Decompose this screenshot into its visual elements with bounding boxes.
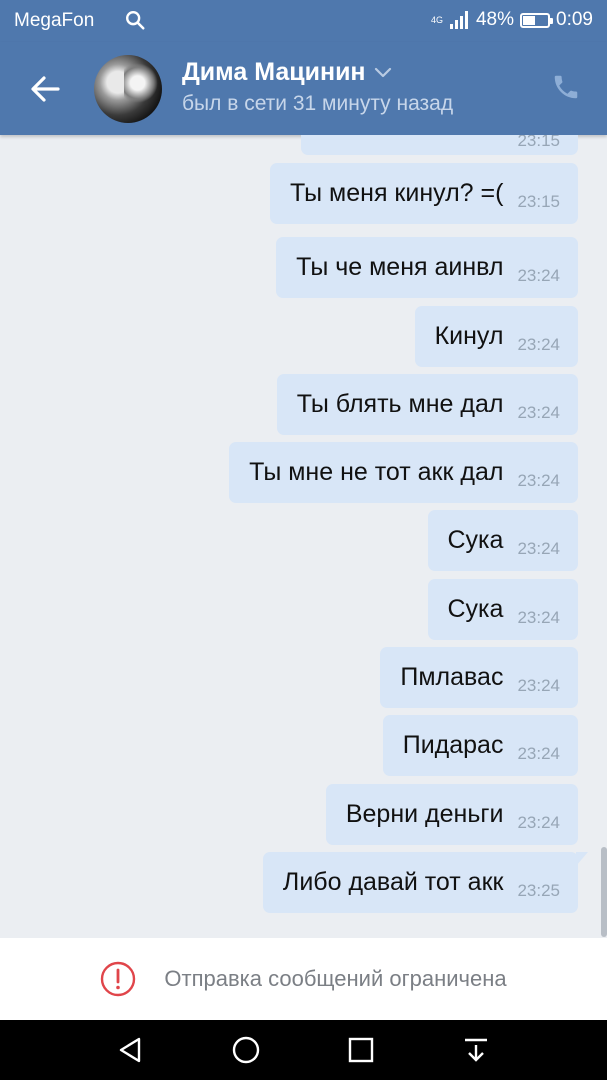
- message-text: Ты меня кинул? =(: [289, 179, 504, 207]
- message-text: Верни деньги: [345, 800, 504, 828]
- chat-header: Дима Мацинин был в сети 31 минуту назад: [0, 42, 607, 135]
- contact-name: Дима Мацинин: [182, 58, 366, 86]
- message-time: 23:15: [517, 135, 560, 150]
- alert-circle-icon: [101, 961, 136, 997]
- message-bubble[interactable]: Сука 23:24: [427, 510, 578, 571]
- message-bubble[interactable]: Верни деньги 23:24: [325, 784, 578, 845]
- message-text: Сука: [447, 526, 504, 554]
- message-bubble[interactable]: Пмлавас 23:24: [380, 647, 578, 708]
- message-bubble[interactable]: Ты че меня аинвл 23:24: [276, 237, 578, 298]
- message-time: 23:24: [517, 334, 560, 354]
- message-bubble[interactable]: Пидарас 23:24: [382, 715, 578, 776]
- message-text: Либо давай тот акк: [282, 868, 504, 896]
- message-time: 23:24: [517, 402, 560, 422]
- message-text: Кинул: [434, 322, 504, 350]
- message-bubble[interactable]: Сука 23:24: [427, 579, 578, 640]
- network-type: 4G: [430, 14, 443, 25]
- battery-percent: 48%: [475, 9, 515, 30]
- message-text: Ты мне не тот акк дал: [249, 458, 504, 486]
- search-icon: [126, 11, 145, 30]
- clock: 0:09: [556, 9, 593, 30]
- back-arrow-icon[interactable]: [28, 72, 62, 106]
- notifications-pull-icon[interactable]: [460, 1034, 492, 1066]
- chevron-down-icon: [374, 67, 391, 77]
- message-time: 23:24: [517, 812, 560, 832]
- message-list[interactable]: 23:15 Ты меня кинул? =( 23:15 Ты че меня…: [0, 135, 607, 938]
- system-nav-bar: [0, 1020, 607, 1080]
- message-text: Пидарас: [402, 731, 504, 759]
- home-circle-icon[interactable]: [230, 1034, 262, 1066]
- messaging-restricted-banner: Отправка сообщений ограничена: [0, 938, 607, 1020]
- contact-name-button[interactable]: Дима Мацинин: [182, 58, 392, 87]
- scrollbar[interactable]: [601, 847, 607, 937]
- carrier-name: MegaFon: [14, 10, 95, 31]
- last-seen-status: был в сети 31 минуту назад: [182, 92, 454, 115]
- message-text: Сука: [447, 595, 504, 623]
- message-time: 23:24: [517, 675, 560, 695]
- message-time: 23:25: [517, 880, 560, 900]
- message-time: 23:15: [517, 191, 560, 211]
- message-bubble[interactable]: Ты мне не тот акк дал 23:24: [229, 442, 578, 503]
- phone-icon[interactable]: [551, 72, 581, 102]
- message-bubble[interactable]: 23:15: [301, 135, 578, 155]
- message-bubble[interactable]: Ты блять мне дал 23:24: [276, 374, 578, 435]
- message-time: 23:24: [517, 470, 560, 490]
- message-text: Пмлавас: [400, 663, 504, 691]
- status-indicators: 4G 48% 0:09: [431, 9, 593, 31]
- battery-icon: [520, 12, 554, 28]
- message-bubble[interactable]: Ты меня кинул? =( 23:15: [269, 163, 578, 224]
- message-bubble[interactable]: Либо давай тот акк 23:25: [262, 852, 589, 913]
- message-time: 23:24: [517, 265, 560, 285]
- back-triangle-icon[interactable]: [115, 1034, 147, 1066]
- avatar[interactable]: [94, 55, 162, 123]
- status-bar: MegaFon 4G 48% 0:09: [0, 0, 607, 42]
- message-time: 23:24: [517, 743, 560, 763]
- message-text: Ты че меня аинвл: [296, 253, 504, 281]
- message-bubble[interactable]: Кинул 23:24: [414, 306, 578, 367]
- message-text: Ты блять мне дал: [296, 390, 504, 418]
- message-time: 23:24: [517, 538, 560, 558]
- signal-icon: [449, 11, 468, 29]
- restriction-text: Отправка сообщений ограничена: [164, 966, 507, 991]
- recents-square-icon[interactable]: [345, 1034, 377, 1066]
- message-time: 23:24: [517, 607, 560, 627]
